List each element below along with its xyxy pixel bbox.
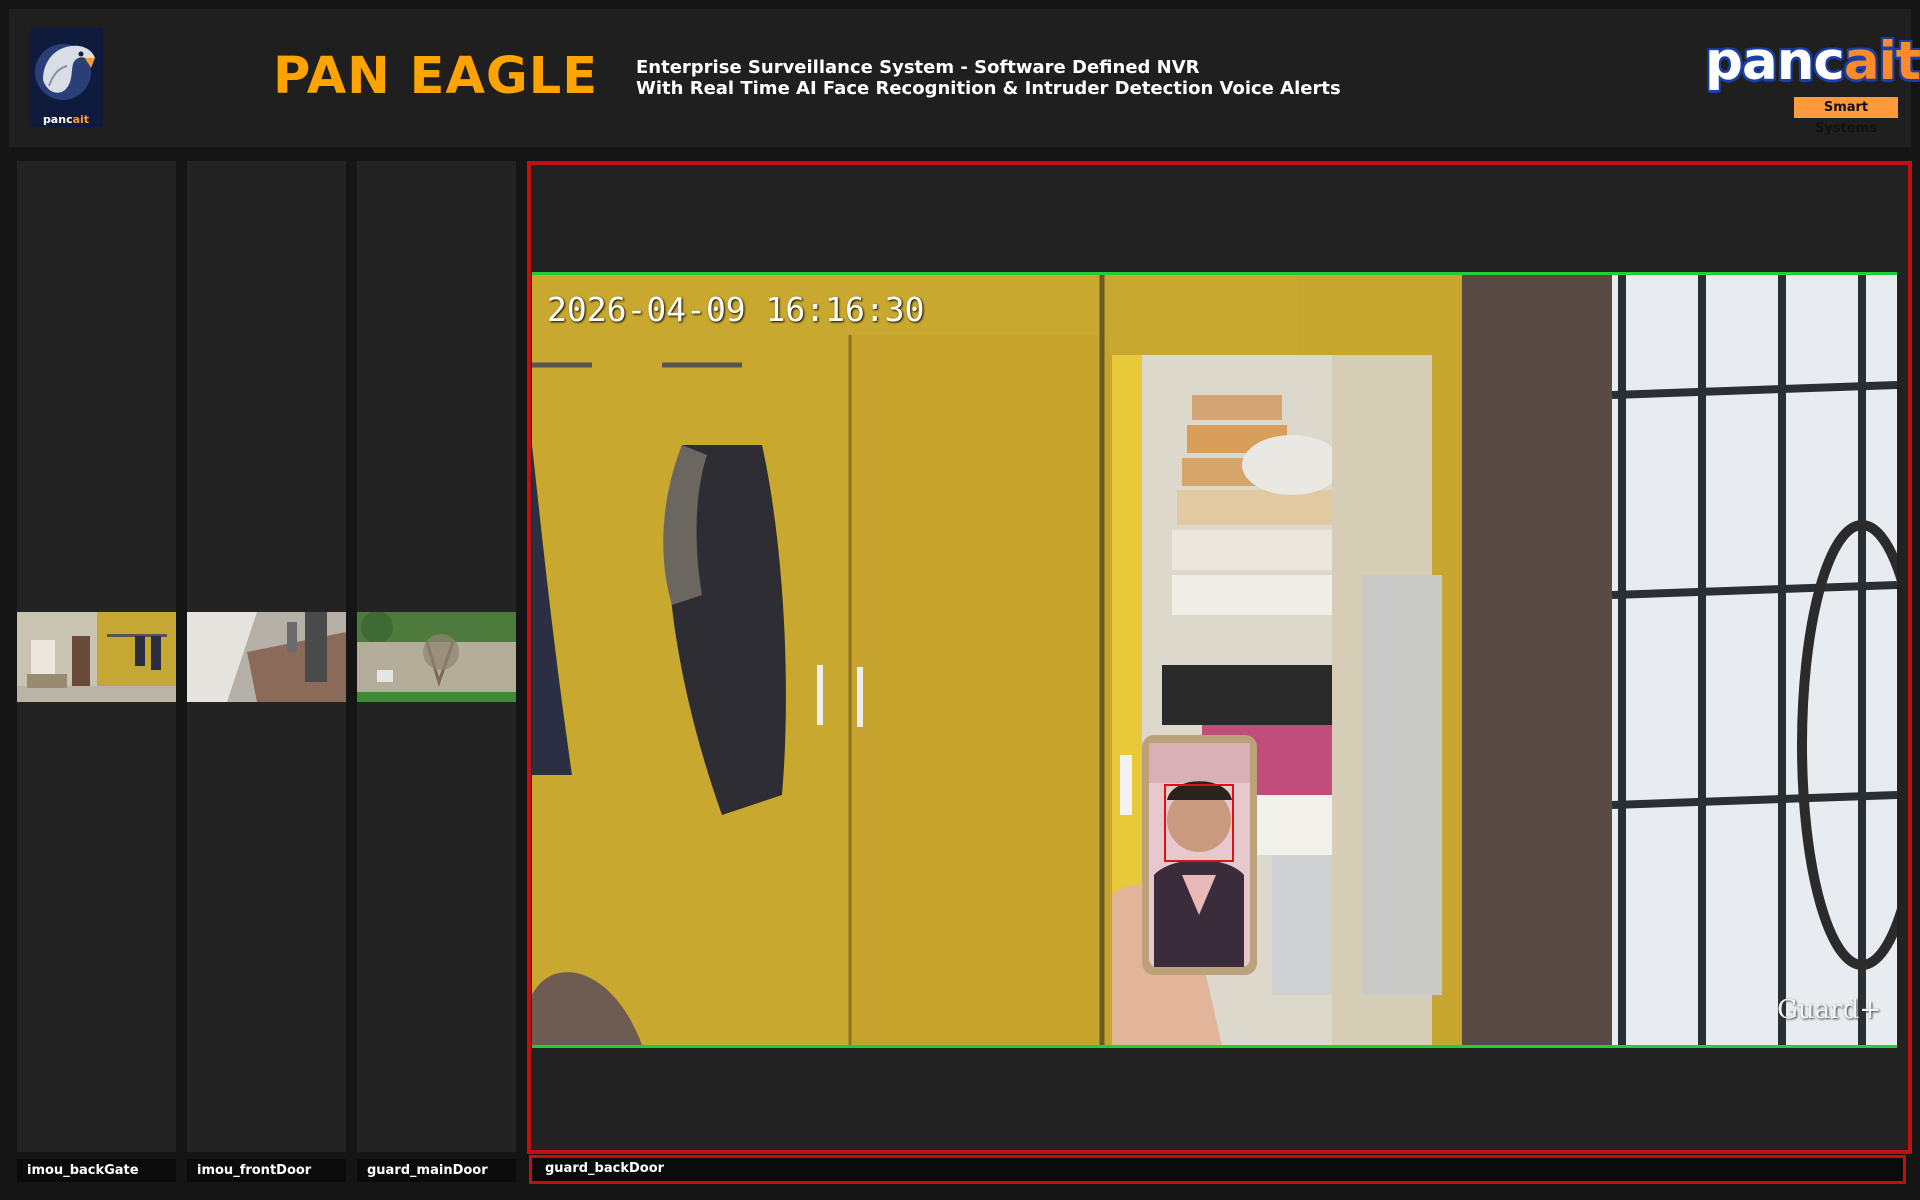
header-bar: pancait PAN EAGLE Enterprise Surveillanc… xyxy=(9,9,1920,147)
camera-name-label: imou_frontDoor xyxy=(197,1163,312,1178)
camera-thumbnail[interactable] xyxy=(187,612,346,702)
eagle-logo-icon: pancait xyxy=(29,28,103,127)
brand-logo: pancait Smart Systems xyxy=(1695,35,1920,136)
camera-thumbnail[interactable] xyxy=(357,612,516,702)
subtitle-line-2: With Real Time AI Face Recognition & Int… xyxy=(636,78,1341,99)
main-camera-label-bar: guard_backDoor xyxy=(529,1155,1906,1184)
camera-watermark: Guard+ xyxy=(1777,995,1881,1025)
camera-tile-guard-maindoor[interactable] xyxy=(357,161,516,1152)
video-timestamp: 2026-04-09 16:16:30 xyxy=(547,290,925,329)
camera-tile-imou-frontdoor[interactable] xyxy=(187,161,346,1152)
logo-caption: pancait xyxy=(42,113,90,126)
main-camera-name-label: guard_backDoor xyxy=(545,1161,665,1176)
app-subtitle: Enterprise Surveillance System - Softwar… xyxy=(636,57,1341,99)
camera-name-label: imou_backGate xyxy=(27,1163,139,1178)
app-title: PAN EAGLE xyxy=(273,47,599,106)
camera-label-bar: imou_frontDoor xyxy=(187,1159,346,1182)
camera-video-feed[interactable]: 2026-04-09 16:16:30 Guard+ xyxy=(532,272,1897,1048)
camera-thumbnail[interactable] xyxy=(17,612,176,702)
brand-tagline: Smart Systems xyxy=(1794,97,1898,136)
camera-tile-imou-backgate[interactable] xyxy=(17,161,176,1152)
camera-label-bar: guard_mainDoor xyxy=(357,1159,516,1182)
camera-name-label: guard_mainDoor xyxy=(367,1163,488,1178)
camera-label-bar: imou_backGate xyxy=(17,1159,176,1182)
camera-scene xyxy=(532,275,1897,1045)
brand-wordmark: pancait xyxy=(1705,31,1920,92)
subtitle-line-1: Enterprise Surveillance System - Softwar… xyxy=(636,57,1200,78)
